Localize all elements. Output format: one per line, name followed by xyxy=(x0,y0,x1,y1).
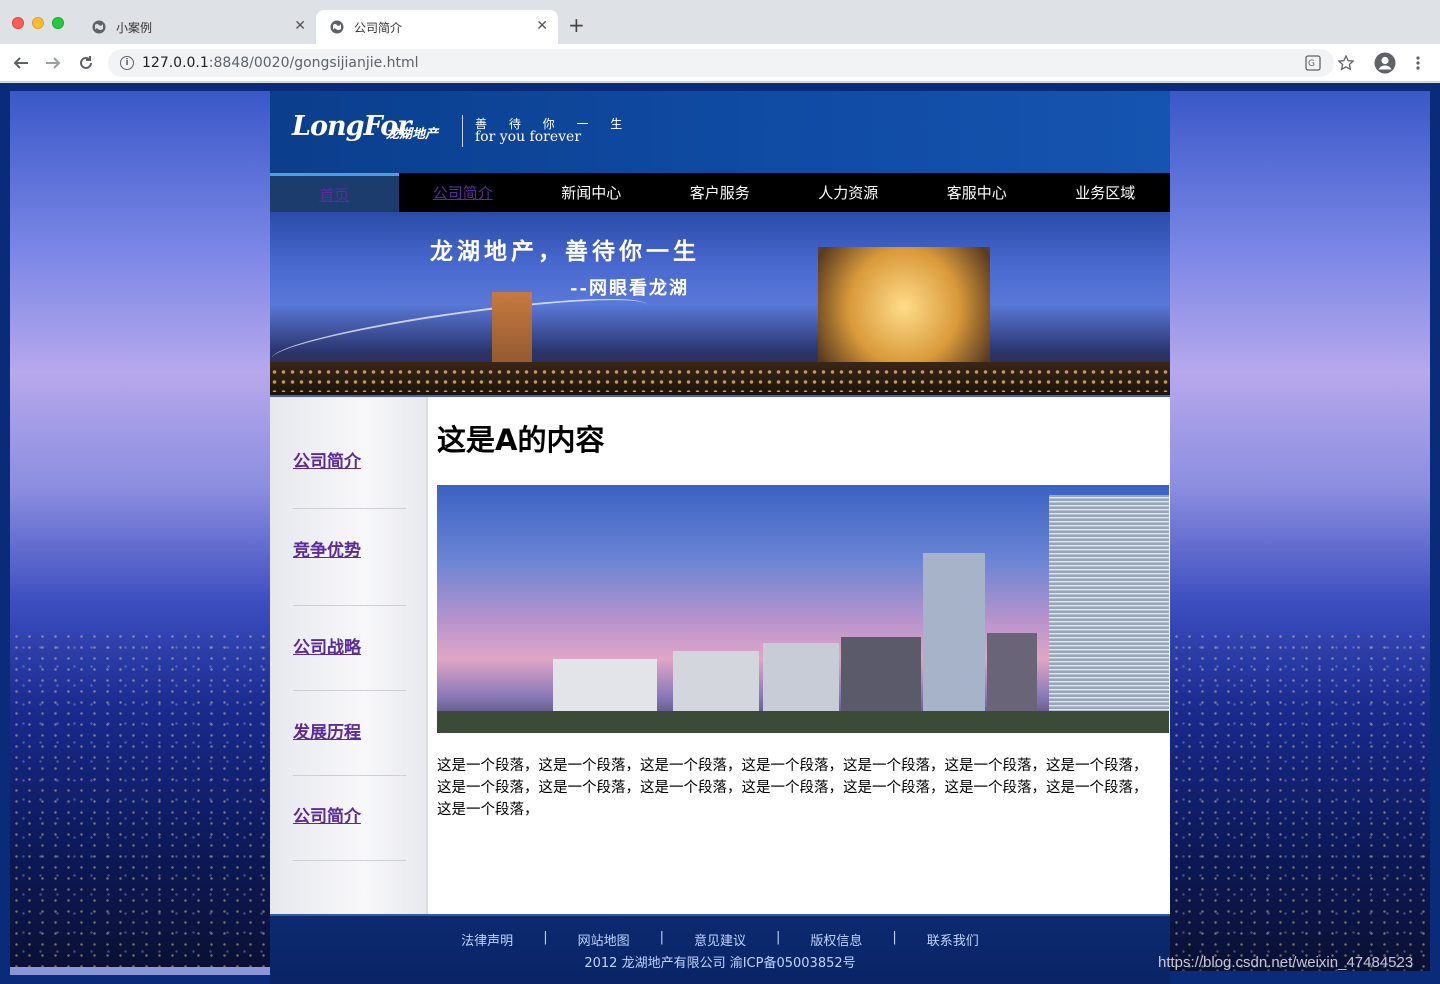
nav-company-profile[interactable]: 公司简介 xyxy=(399,173,528,212)
url-host: 127.0.0.1 xyxy=(142,55,209,71)
maximize-window-button[interactable] xyxy=(52,17,64,29)
footer-link-sitemap[interactable]: 网站地图 xyxy=(578,930,630,949)
nav-news-center[interactable]: 新闻中心 xyxy=(527,173,656,212)
background-cityscape-right xyxy=(1170,91,1430,971)
browser-toolbar: i 127.0.0.1:8848/0020/gongsijianjie.html… xyxy=(0,44,1440,82)
back-icon[interactable] xyxy=(10,52,32,74)
footer-separator: | xyxy=(543,930,548,945)
tab-title: 公司简介 xyxy=(354,20,403,35)
close-tab-icon[interactable]: ✕ xyxy=(294,19,306,33)
menu-icon[interactable] xyxy=(1407,52,1429,74)
nav-business-area[interactable]: 业务区域 xyxy=(1041,173,1170,212)
footer-link-contact[interactable]: 联系我们 xyxy=(927,930,979,949)
profile-icon[interactable] xyxy=(1374,52,1396,74)
globe-icon xyxy=(92,20,106,34)
sidebar-item-company-strategy[interactable]: 公司战略 xyxy=(293,633,361,658)
sidebar-divider xyxy=(293,775,406,776)
info-icon[interactable]: i xyxy=(120,56,134,70)
site-header: LongFor 龙湖地产 善 待 你 一 生 for you forever xyxy=(270,91,1170,173)
sidebar-item-company-profile[interactable]: 公司简介 xyxy=(293,447,361,472)
footer-link-copyright[interactable]: 版权信息 xyxy=(810,930,862,949)
city-skyline-photo xyxy=(437,485,1169,733)
banner-headline: 龙湖地产，善待你一生 xyxy=(430,238,700,265)
sidebar-divider xyxy=(293,605,406,606)
skyline-illustration xyxy=(437,495,1169,733)
site-container: LongFor 龙湖地产 善 待 你 一 生 for you forever 首… xyxy=(270,91,1170,984)
sidebar-item-company-profile-2[interactable]: 公司简介 xyxy=(293,802,361,827)
sidebar-divider xyxy=(293,508,406,509)
content-heading: 这是A的内容 xyxy=(437,423,605,457)
hero-banner: 龙湖地产，善待你一生 --网眼看龙湖 xyxy=(270,212,1170,397)
address-bar[interactable]: i 127.0.0.1:8848/0020/gongsijianjie.html xyxy=(108,49,1334,77)
page-viewport: LongFor 龙湖地产 善 待 你 一 生 for you forever 首… xyxy=(0,83,1440,984)
sidebar-divider xyxy=(293,690,406,691)
site-footer: 法律声明 | 网站地图 | 意见建议 | 版权信息 | 联系我们 2012 龙湖… xyxy=(270,914,1170,984)
minimize-window-button[interactable] xyxy=(32,17,44,29)
star-icon[interactable] xyxy=(1335,52,1357,74)
tab-xiaoanli[interactable]: 小案例 ✕ xyxy=(80,10,316,44)
sidebar-item-competitive-advantage[interactable]: 竞争优势 xyxy=(293,536,361,561)
footer-copyright: 2012 龙湖地产有限公司 渝ICP备05003852号 xyxy=(584,956,856,971)
footer-separator: | xyxy=(776,930,781,945)
nav-customer-service[interactable]: 客户服务 xyxy=(656,173,785,212)
sidebar-item-history[interactable]: 发展历程 xyxy=(293,718,361,743)
footer-link-legal[interactable]: 法律声明 xyxy=(461,930,513,949)
tab-bar: 小案例 ✕ 公司简介 ✕ + xyxy=(0,0,1440,44)
svg-text:G: G xyxy=(1308,59,1315,69)
main-content: 这是A的内容 这是一个段落，这是一个段落，这是一个段落，这是一个段落，这是一个段… xyxy=(428,397,1170,914)
forward-icon[interactable] xyxy=(42,52,64,74)
footer-link-feedback[interactable]: 意见建议 xyxy=(694,930,746,949)
footer-separator: | xyxy=(892,930,897,945)
translate-icon[interactable]: G xyxy=(1302,52,1324,74)
tab-gongsijianjie[interactable]: 公司简介 ✕ xyxy=(316,10,558,44)
sidebar-divider xyxy=(293,860,406,861)
footer-separator: | xyxy=(659,930,664,945)
globe-icon xyxy=(330,20,344,34)
logo-divider xyxy=(462,115,463,147)
csdn-watermark: https://blog.csdn.net/weixin_47484523 xyxy=(1158,954,1414,971)
tab-title: 小案例 xyxy=(116,20,153,35)
close-window-button[interactable] xyxy=(12,17,24,29)
url-path: :8848/0020/gongsijianjie.html xyxy=(208,55,419,71)
logo-cn: 龙湖地产 xyxy=(386,127,439,142)
nav-human-resources[interactable]: 人力资源 xyxy=(784,173,913,212)
main-nav: 首页 公司简介 新闻中心 客户服务 人力资源 客服中心 业务区域 xyxy=(270,173,1170,212)
nav-service-center[interactable]: 客服中心 xyxy=(913,173,1042,212)
sidebar: 公司简介 竞争优势 公司战略 发展历程 公司简介 xyxy=(270,397,428,914)
reload-icon[interactable] xyxy=(75,52,97,74)
background-cityscape-left xyxy=(10,91,270,971)
bottom-strip xyxy=(10,967,270,975)
footer-links: 法律声明 | 网站地图 | 意见建议 | 版权信息 | 联系我们 xyxy=(270,930,1170,949)
close-tab-icon[interactable]: ✕ xyxy=(536,19,548,33)
nav-home[interactable]: 首页 xyxy=(270,173,399,212)
banner-subline: --网眼看龙湖 xyxy=(570,278,689,299)
new-tab-icon[interactable]: + xyxy=(568,15,585,35)
content-paragraph: 这是一个段落，这是一个段落，这是一个段落，这是一个段落，这是一个段落，这是一个段… xyxy=(437,758,1148,818)
slogan-en: for you forever xyxy=(475,129,582,145)
